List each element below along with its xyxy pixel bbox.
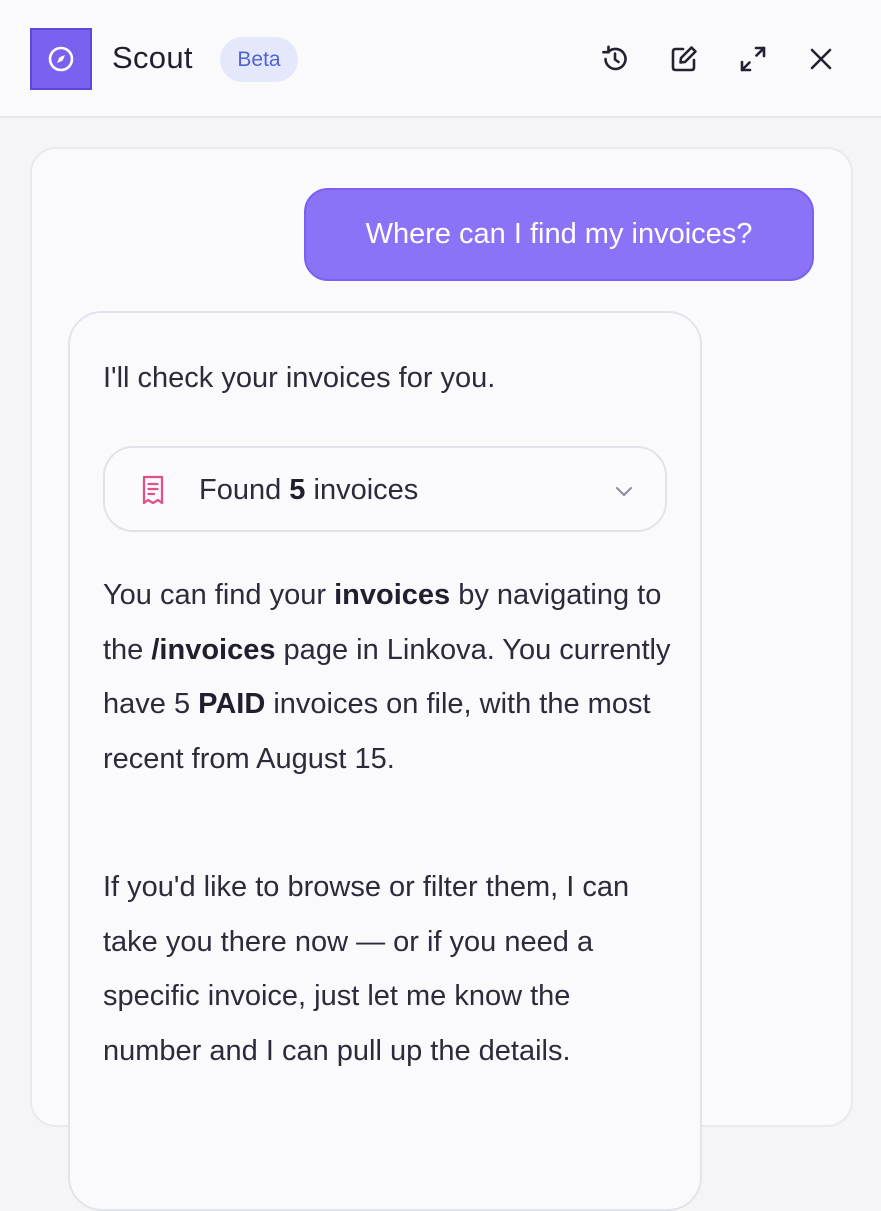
invoice-count-label: Found 5 invoices bbox=[199, 474, 419, 506]
assistant-answer-paragraph: You can find your invoices by navigating… bbox=[103, 579, 671, 775]
expand-button[interactable] bbox=[736, 42, 770, 76]
new-chat-button[interactable] bbox=[667, 42, 701, 76]
chevron-down-icon bbox=[613, 480, 635, 507]
assistant-followup-paragraph: If you'd like to browse or filter them, … bbox=[103, 871, 630, 1067]
history-icon bbox=[602, 45, 627, 71]
expand-icon bbox=[740, 46, 766, 72]
close-icon bbox=[810, 48, 832, 70]
edit-icon bbox=[671, 46, 697, 72]
invoice-count: 5 bbox=[289, 474, 306, 506]
history-button[interactable] bbox=[598, 42, 632, 76]
assistant-intro-text: I'll check your invoices for you. bbox=[103, 362, 496, 394]
invoice-search-result[interactable]: Found 5 invoices bbox=[103, 446, 667, 532]
user-message-bubble: Where can I find my invoices? bbox=[304, 188, 814, 281]
receipt-icon bbox=[141, 474, 165, 511]
compass-icon bbox=[48, 46, 74, 72]
user-message-text: Where can I find my invoices? bbox=[365, 218, 753, 250]
header-bar: Scout Beta bbox=[0, 0, 881, 118]
close-button[interactable] bbox=[804, 42, 838, 76]
beta-badge: Beta bbox=[220, 37, 298, 82]
app-logo bbox=[30, 28, 92, 90]
app-name: Scout bbox=[112, 40, 193, 75]
